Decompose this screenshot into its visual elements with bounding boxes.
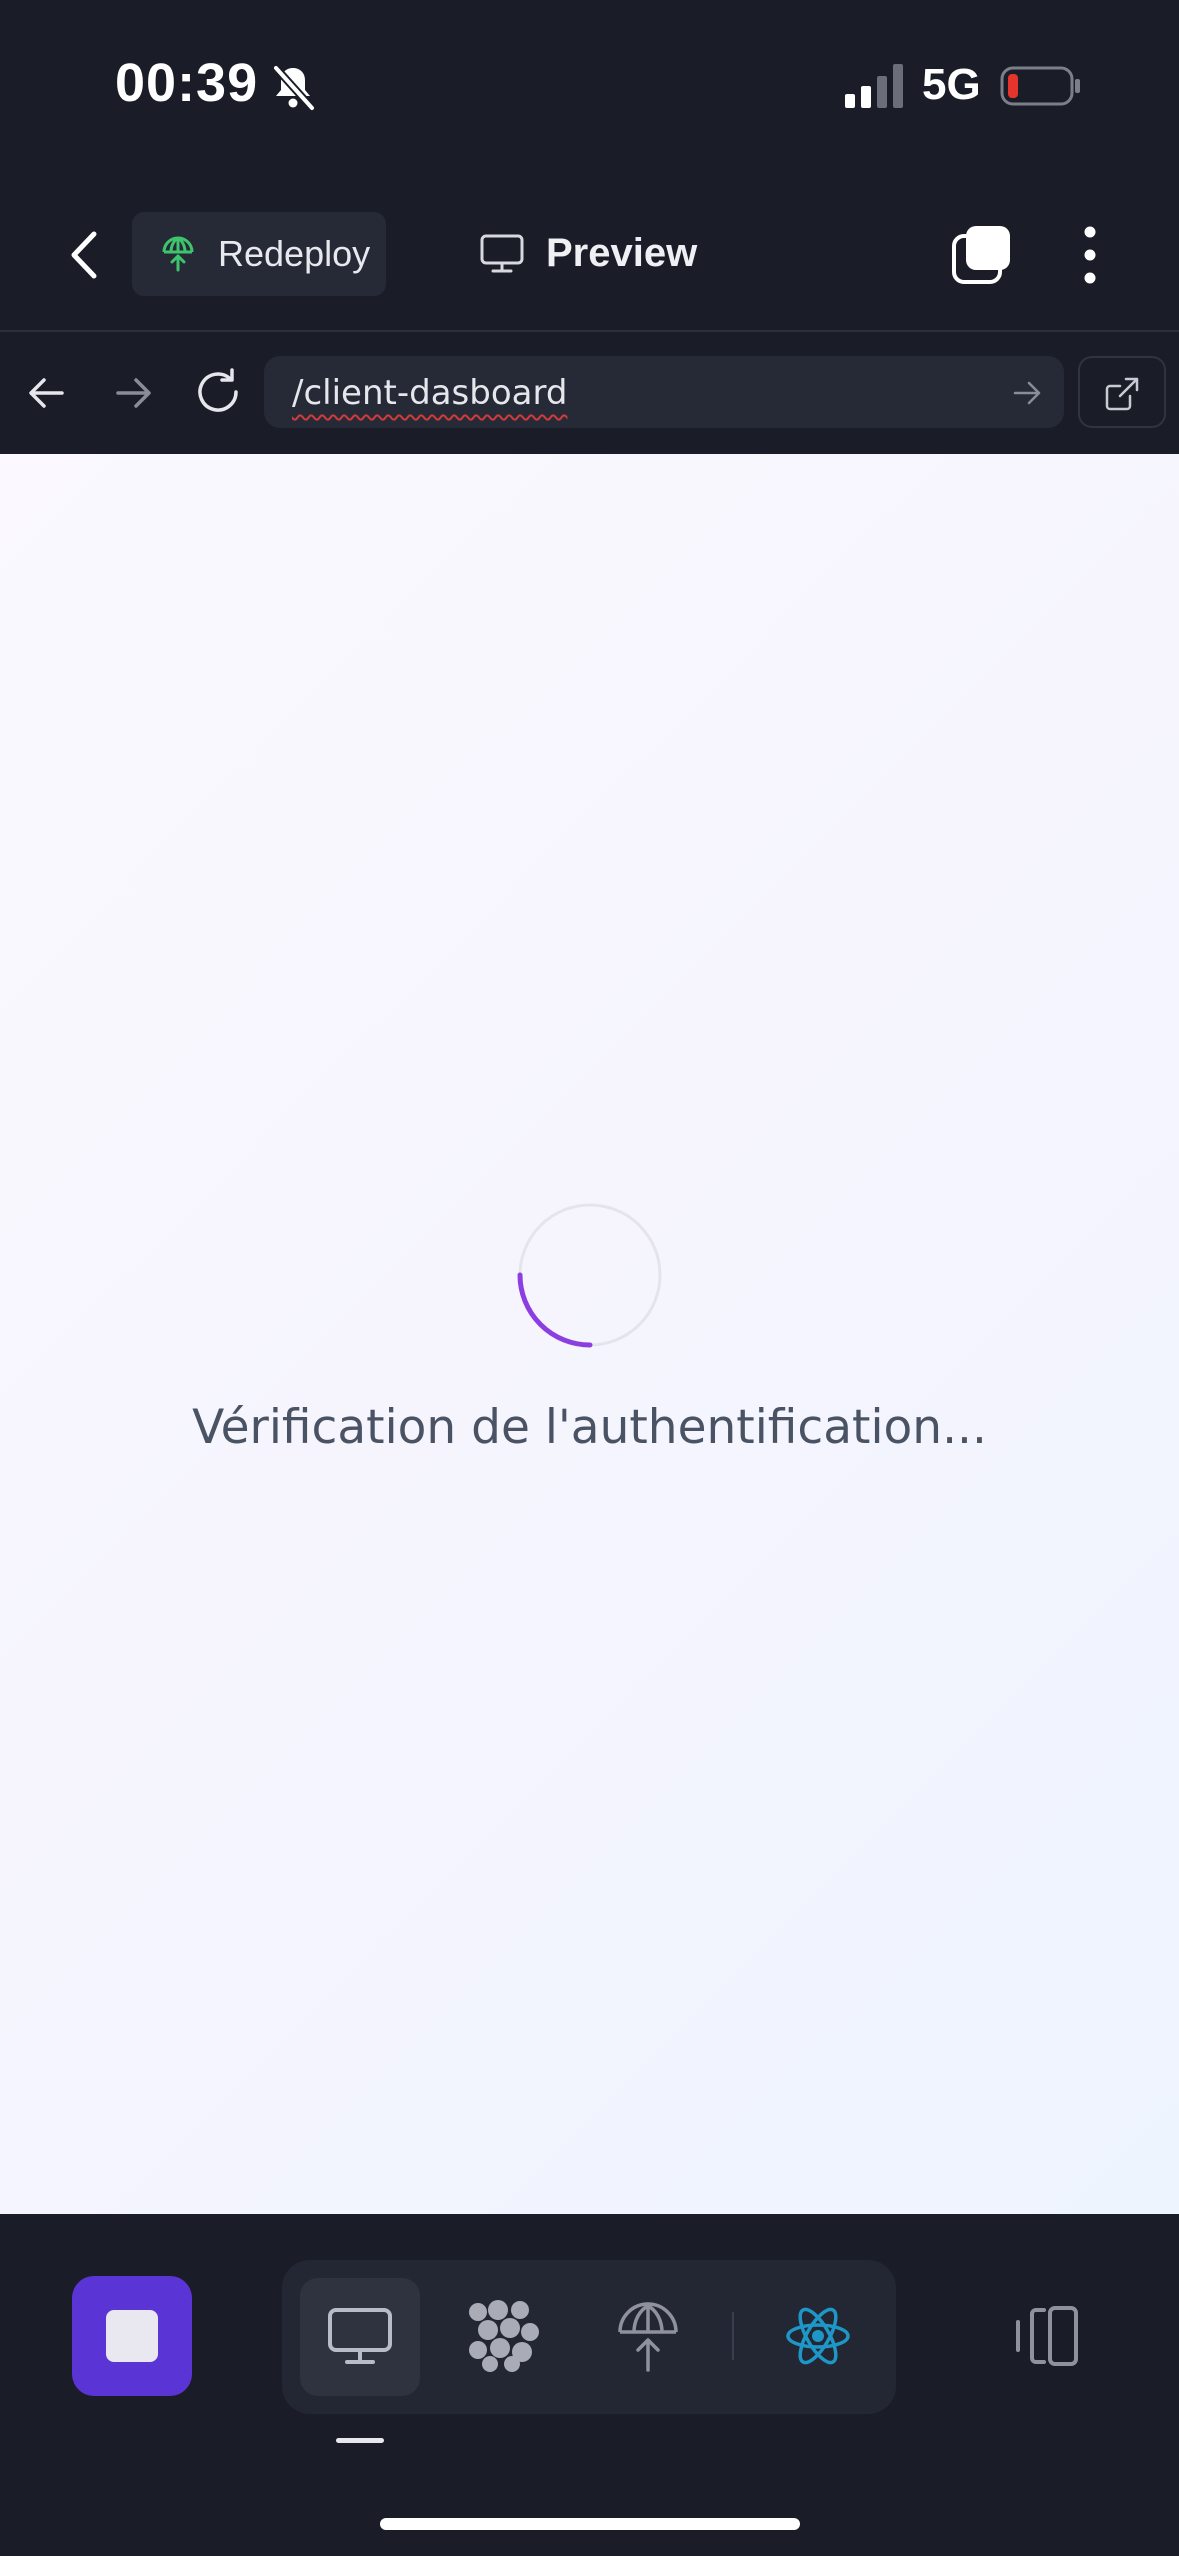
deploy-icon [618, 2302, 678, 2372]
arrow-right-icon[interactable] [108, 368, 158, 418]
divider [0, 330, 1179, 332]
toolbar-separator [732, 2312, 734, 2360]
stop-button[interactable] [72, 2276, 192, 2396]
battery-low-icon [1000, 65, 1082, 107]
bell-slash-icon [268, 62, 318, 112]
grid-dots-icon [469, 2300, 539, 2372]
go-arrow-icon[interactable] [1010, 376, 1044, 410]
loading-spinner [515, 1200, 665, 1350]
tab-grid[interactable] [466, 2298, 542, 2374]
preview-label: Preview [546, 230, 698, 275]
react-icon [786, 2307, 850, 2365]
signal-icon [845, 64, 907, 108]
tab-react[interactable] [780, 2298, 856, 2374]
url-input[interactable]: /client-dasboard [264, 356, 1064, 428]
loading-message: Vérification de l'authentification... [192, 1400, 987, 1455]
reload-icon[interactable] [190, 364, 246, 420]
tab-desktop[interactable] [322, 2298, 398, 2374]
tab-deploy[interactable] [610, 2298, 686, 2374]
network-type: 5G [922, 60, 981, 109]
panel-icon[interactable] [1010, 2302, 1082, 2370]
stop-icon [106, 2310, 158, 2362]
active-tab-indicator [336, 2438, 384, 2443]
more-vertical-icon[interactable] [1070, 222, 1110, 288]
redeploy-button[interactable]: Redeploy [132, 212, 386, 296]
url-text: /client-dasboard [292, 373, 568, 413]
redeploy-label: Redeploy [218, 233, 371, 274]
tabs-icon[interactable] [950, 222, 1014, 286]
external-link-icon [1105, 377, 1139, 411]
status-time: 00:39 [115, 53, 259, 113]
monitor-icon [328, 2308, 392, 2364]
home-indicator [380, 2518, 800, 2530]
monitor-icon [478, 229, 526, 277]
preview-title[interactable]: Preview [478, 222, 697, 284]
back-chevron-icon[interactable] [60, 220, 110, 290]
open-external-button[interactable] [1078, 356, 1166, 428]
deploy-icon [158, 234, 198, 274]
arrow-left-icon[interactable] [22, 368, 72, 418]
